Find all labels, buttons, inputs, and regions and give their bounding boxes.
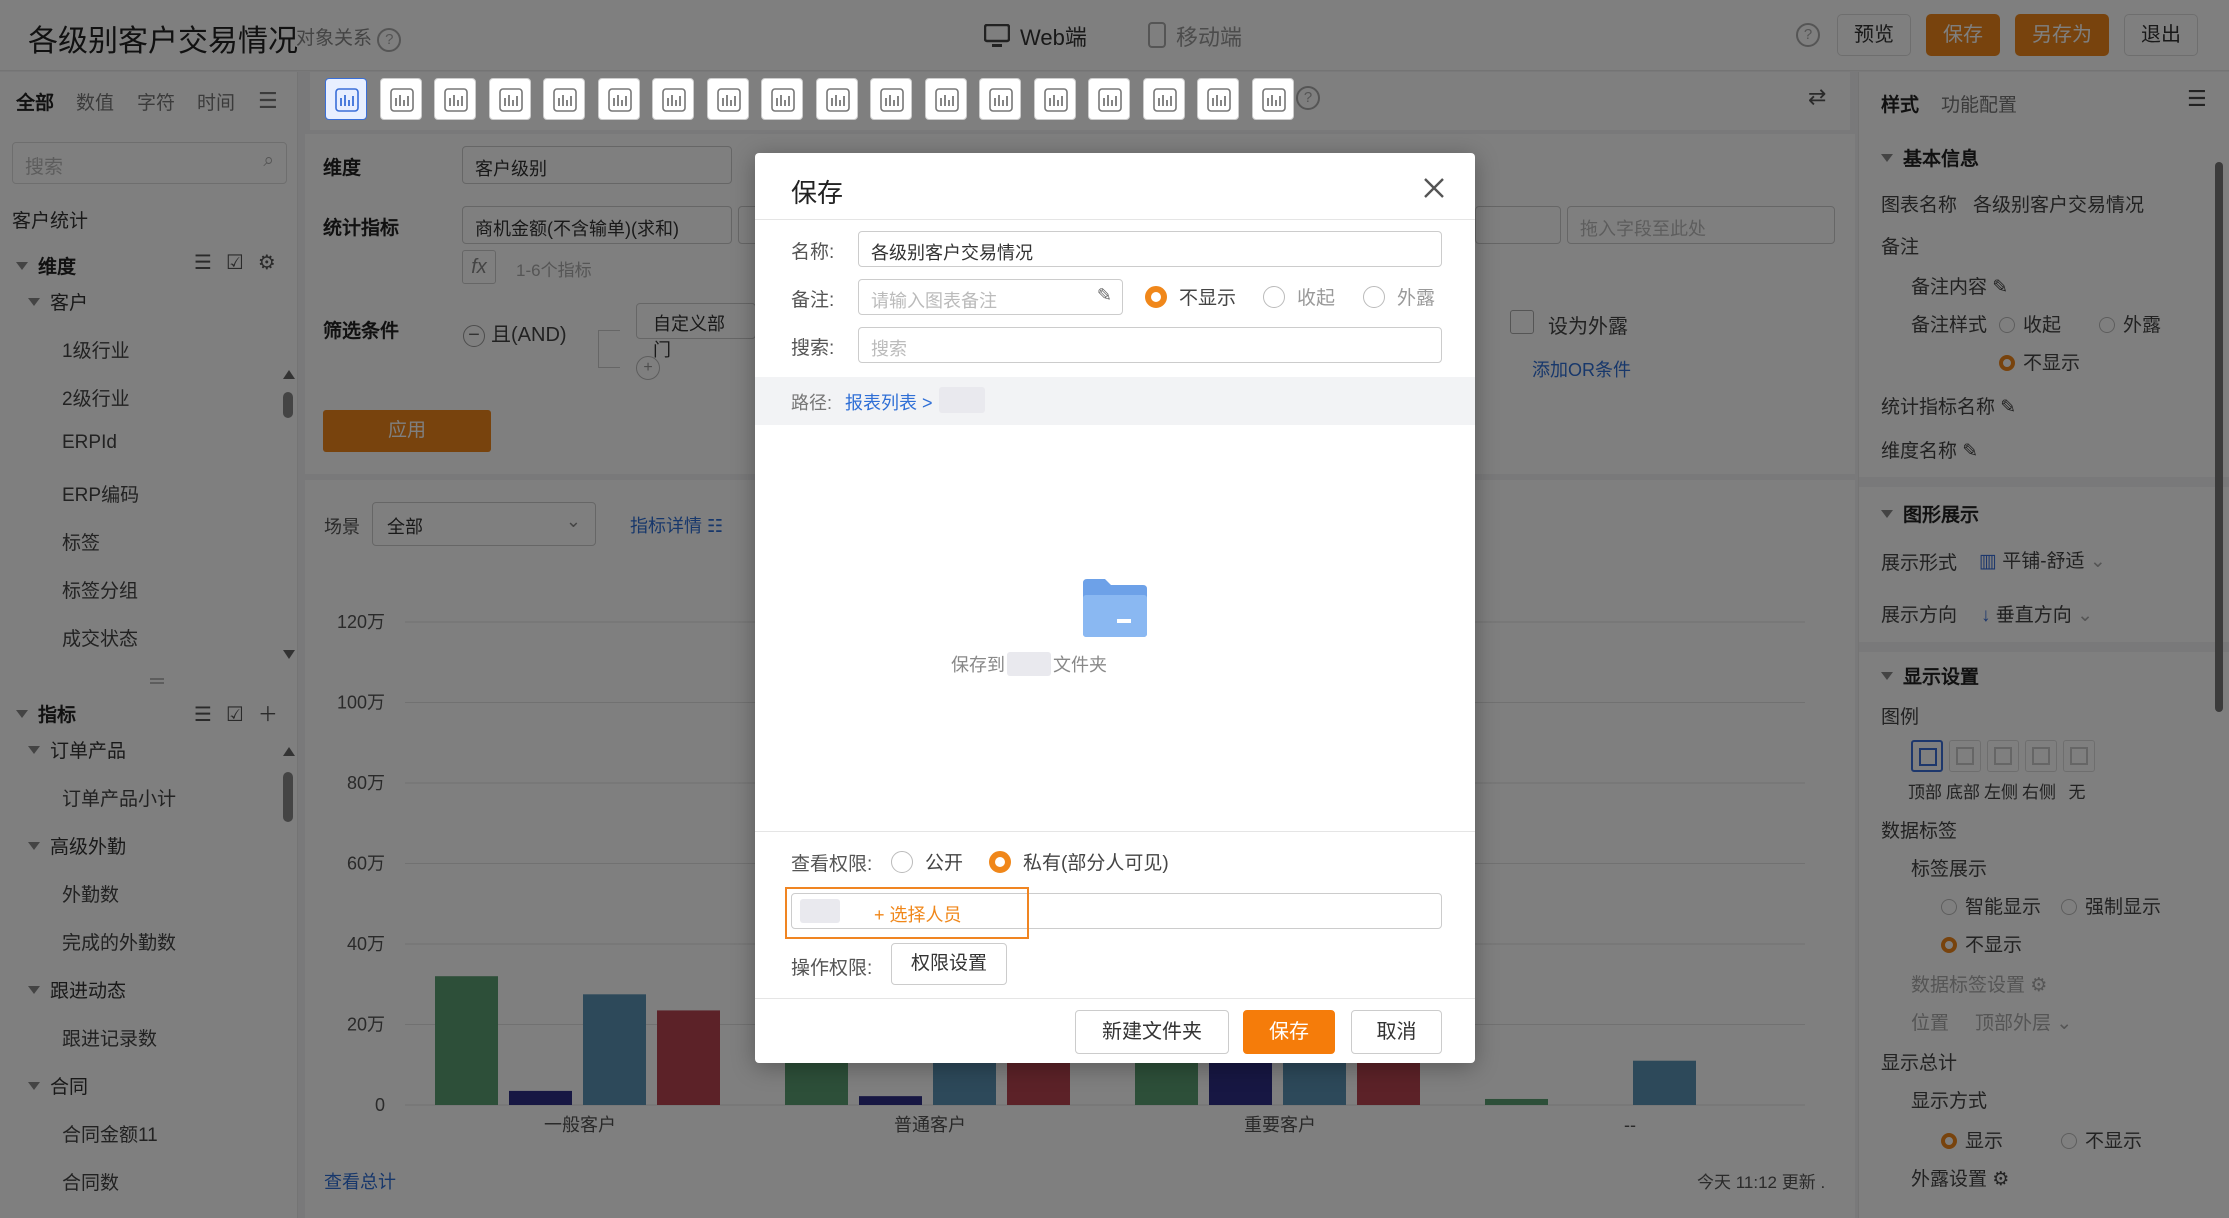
op-permission-label: 操作权限: <box>791 958 873 979</box>
path-label: 路径: <box>791 393 833 413</box>
radio-selected-icon <box>1145 286 1167 308</box>
private-label: 私有(部分人可见) <box>1023 853 1169 874</box>
map-3-type-icon[interactable] <box>924 78 967 120</box>
private-radio[interactable]: 私有(部分人可见) <box>989 848 1169 875</box>
bar-chart-type-icon[interactable] <box>325 78 367 120</box>
map-2-type-icon[interactable] <box>870 78 912 120</box>
dialog-title: 保存 <box>791 178 844 208</box>
dialog-cancel-button[interactable]: 取消 <box>1351 1010 1442 1054</box>
pivot-table-type-icon[interactable] <box>1197 78 1239 120</box>
heat-chart-type-icon[interactable] <box>1142 78 1185 120</box>
dialog-save-button[interactable]: 保存 <box>1243 1010 1335 1054</box>
line-chart-type-icon[interactable] <box>379 78 422 120</box>
radio-selected-icon <box>989 851 1011 873</box>
highlight-box <box>785 887 1029 939</box>
radio-icon <box>1363 286 1385 308</box>
close-icon[interactable] <box>1419 173 1449 203</box>
folder-suffix: 文件夹 <box>1053 655 1107 675</box>
funnel-chart-type-icon[interactable] <box>488 78 531 120</box>
view-permission-label: 查看权限: <box>791 854 873 875</box>
public-label: 公开 <box>925 853 964 874</box>
pie-chart-type-icon[interactable] <box>434 78 476 120</box>
save-dialog: 保存 名称: 各级别客户交易情况 备注: 请输入图表备注 ✎ 不显示 收起 外露 … <box>755 153 1475 1063</box>
divider <box>755 219 1475 220</box>
gauge-type-icon[interactable] <box>761 78 803 120</box>
radio-icon <box>1263 286 1285 308</box>
radio-icon <box>891 851 913 873</box>
note-collapse-radio[interactable]: 收起 <box>1263 283 1335 310</box>
permission-settings-button[interactable]: 权限设置 <box>891 943 1007 985</box>
note-hide-radio[interactable]: 不显示 <box>1145 283 1236 310</box>
redacted-folder <box>1007 652 1051 676</box>
name-label: 名称: <box>791 242 835 263</box>
map-1-type-icon[interactable] <box>815 78 858 120</box>
path-bar: 路径: 报表列表 > <box>755 377 1475 425</box>
search-label: 搜索: <box>791 338 835 359</box>
new-folder-button[interactable]: 新建文件夹 <box>1075 1010 1229 1054</box>
scatter-chart-type-icon[interactable] <box>1251 78 1294 120</box>
note-placeholder: 请输入图表备注 <box>871 291 997 311</box>
redacted-path <box>939 387 985 413</box>
note-input[interactable]: 请输入图表备注 ✎ <box>858 279 1123 315</box>
collapse-label: 收起 <box>1297 288 1336 309</box>
folder-search-input[interactable]: 搜索 <box>858 327 1442 363</box>
divider <box>755 831 1475 832</box>
public-radio[interactable]: 公开 <box>891 848 963 875</box>
map-4-type-icon[interactable] <box>979 78 1021 120</box>
note-label: 备注: <box>791 290 835 311</box>
pencil-icon: ✎ <box>1096 285 1112 305</box>
save-to-folder-text: 保存到 文件夹 <box>951 651 1107 677</box>
table-type-icon[interactable] <box>597 78 640 120</box>
funnel-chart-2-type-icon[interactable] <box>543 78 585 120</box>
note-expose-radio[interactable]: 外露 <box>1363 283 1435 310</box>
column-chart-type-icon[interactable] <box>1033 78 1076 120</box>
path-link[interactable]: 报表列表 > <box>845 389 933 415</box>
card-type-icon[interactable] <box>706 78 749 120</box>
combo-chart-type-icon[interactable] <box>652 78 694 120</box>
divider <box>755 998 1475 999</box>
area-chart-type-icon[interactable] <box>1088 78 1130 120</box>
expose-label: 外露 <box>1397 288 1436 309</box>
name-input[interactable]: 各级别客户交易情况 <box>858 231 1442 267</box>
folder-prefix: 保存到 <box>951 655 1005 675</box>
hide-label: 不显示 <box>1179 288 1237 309</box>
folder-icon <box>1083 579 1147 637</box>
